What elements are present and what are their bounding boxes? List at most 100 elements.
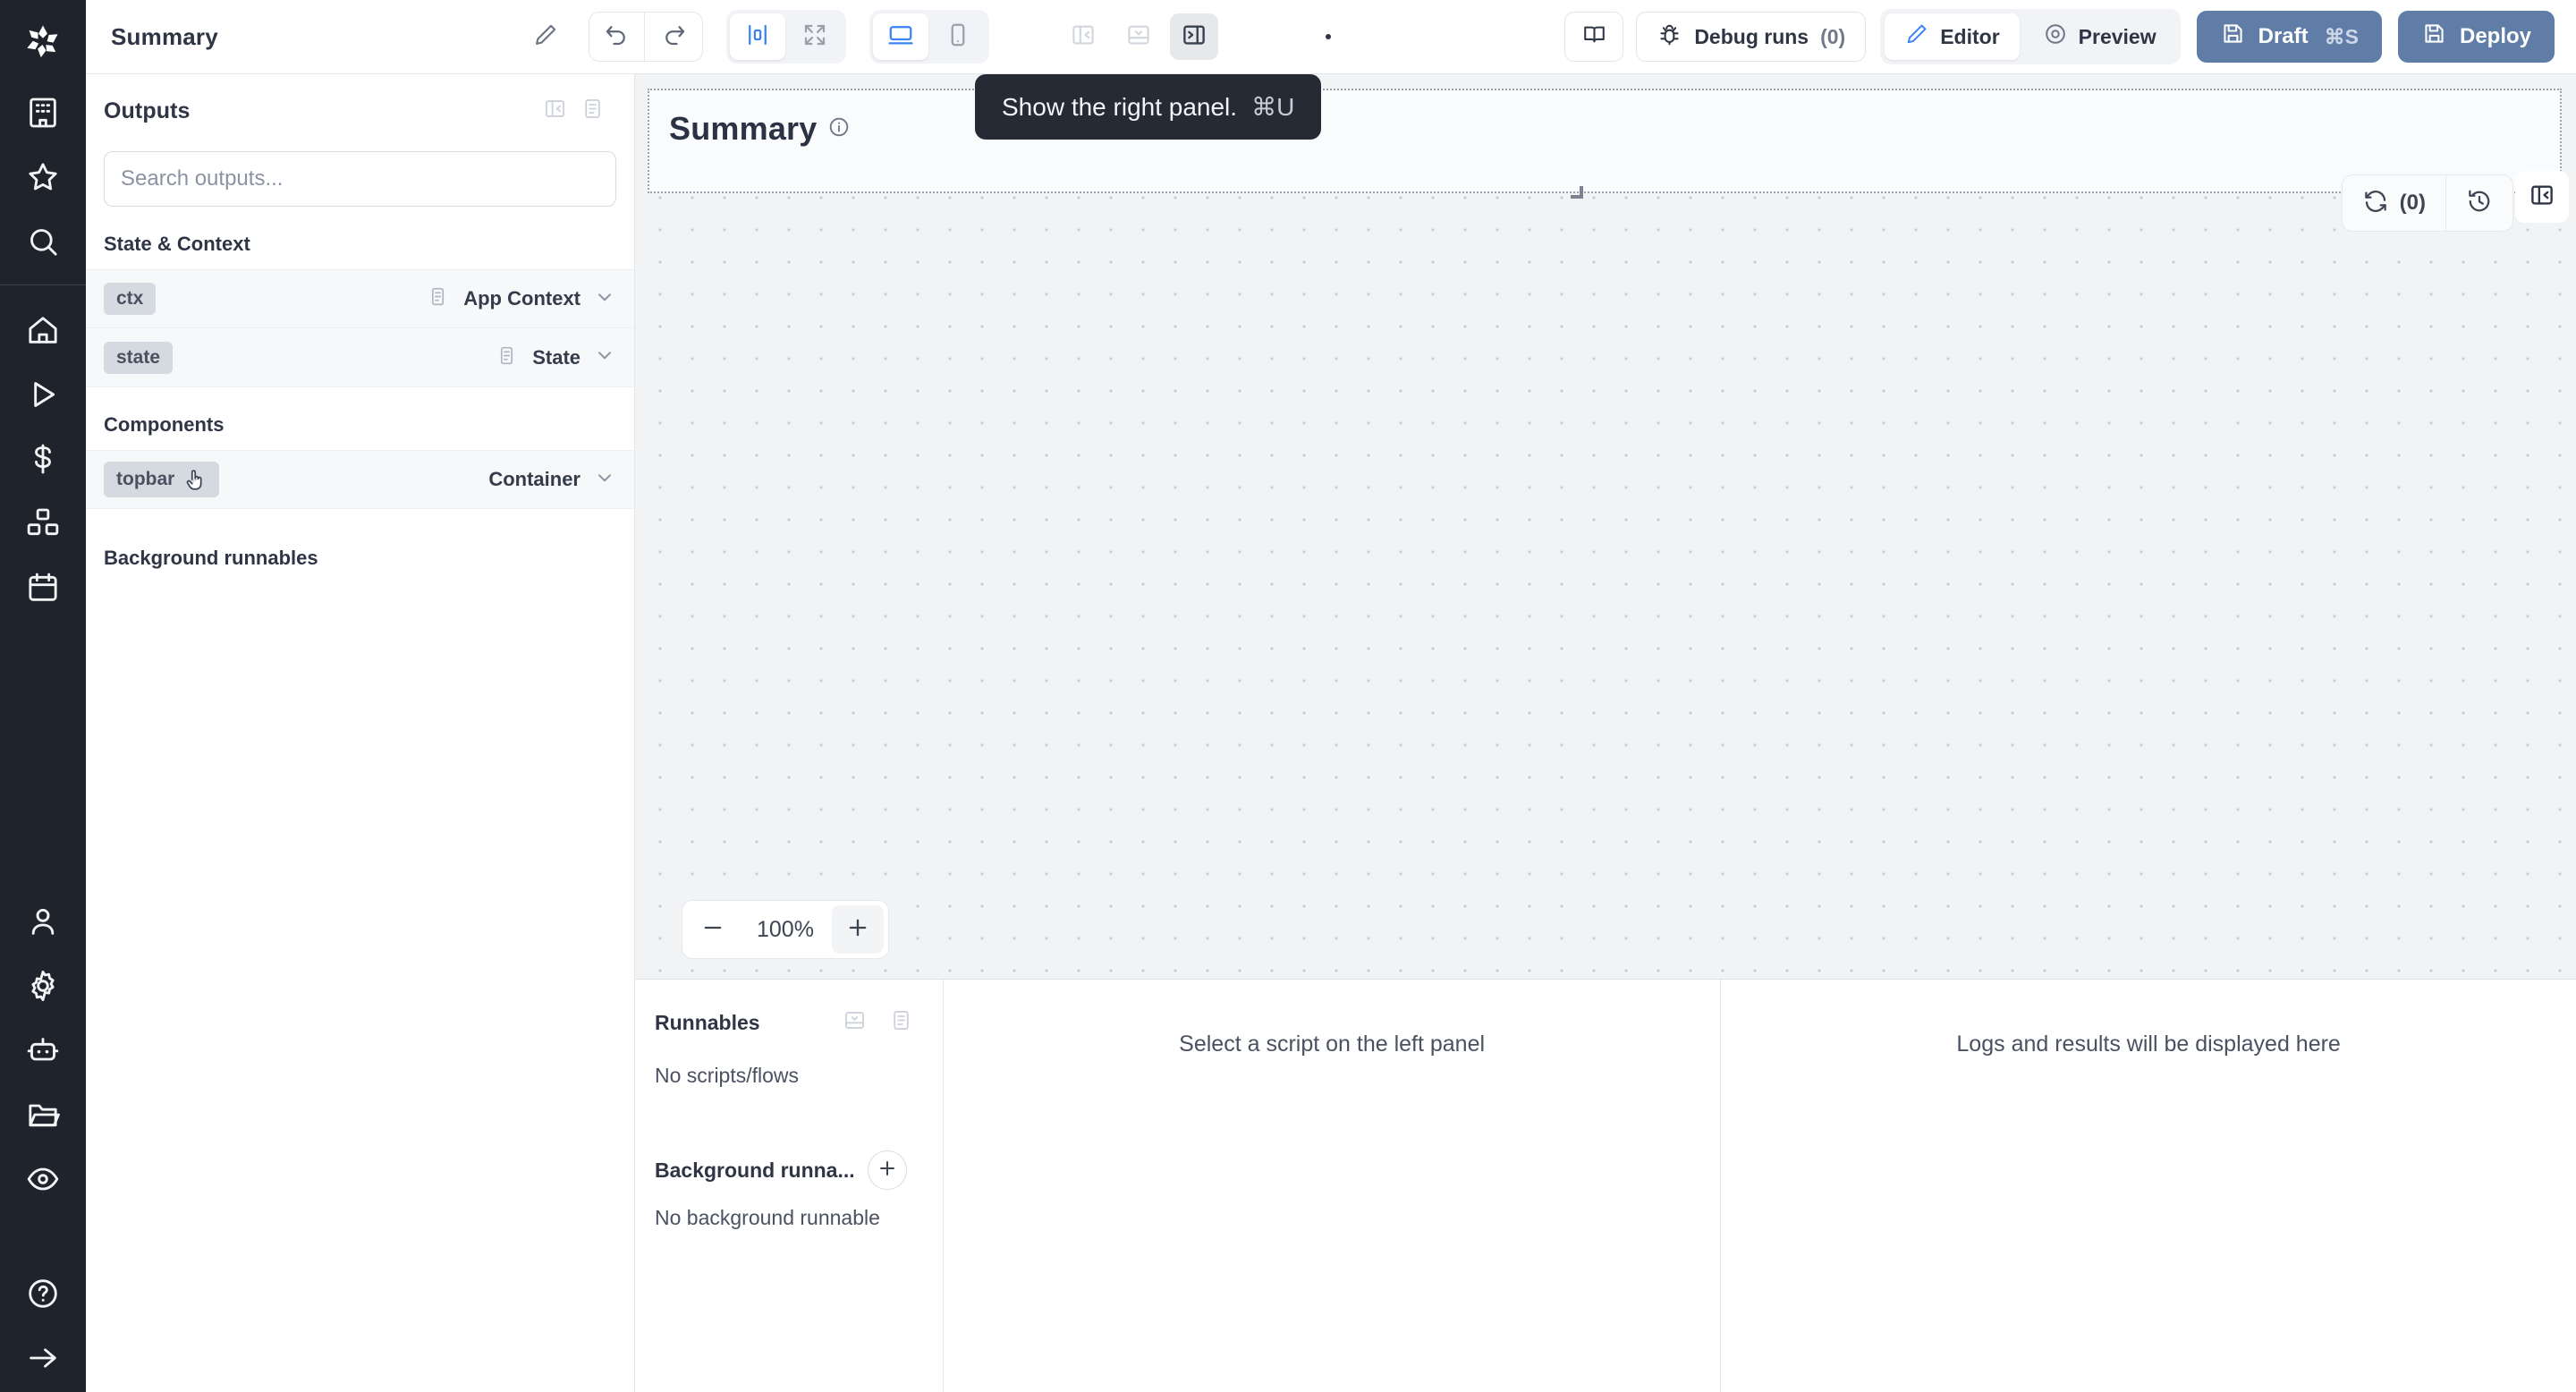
tab-editor-label: Editor [1940, 24, 2000, 48]
save-draft-button[interactable]: Draft ⌘S [2196, 11, 2382, 63]
sidebar-item-usage[interactable] [0, 429, 86, 493]
runnables-empty-text: No scripts/flows [655, 1064, 800, 1087]
panel-left-close-icon [543, 97, 567, 125]
tooltip-right-panel: Show the right panel. ⌘U [975, 74, 1322, 140]
save-draft-label: Draft [2258, 24, 2309, 48]
app-canvas[interactable]: Summary (0) 100% [635, 74, 2576, 979]
doc-icon [427, 285, 449, 312]
main-area: Summary (0) 100% Runnables No scripts/fl… [635, 0, 2576, 1392]
pencil-icon [532, 21, 559, 53]
background-runnables-header: Background runna... [655, 1150, 919, 1190]
deploy-label: Deploy [2459, 24, 2531, 48]
hand-cursor-icon [183, 467, 207, 492]
chevron-down-icon[interactable] [593, 285, 616, 313]
outputs-collapse-button[interactable] [536, 93, 573, 129]
deploy-button[interactable]: Deploy [2397, 11, 2555, 63]
toggle-right-panel-button[interactable] [1169, 13, 1218, 60]
tab-editor[interactable]: Editor [1885, 13, 2020, 60]
book-icon [1581, 21, 1607, 53]
logs-placeholder-message: Logs and results will be displayed here [1956, 1031, 2341, 1057]
sidebar-item-search[interactable] [0, 211, 86, 276]
script-placeholder-message: Select a script on the left panel [1179, 1031, 1486, 1057]
add-background-runnable-button[interactable] [867, 1150, 907, 1190]
output-id-topbar-label: topbar [116, 469, 175, 489]
panel-toggle-group [1059, 13, 1218, 60]
zoom-level-value: 100% [757, 916, 814, 942]
sidebar-item-favorites[interactable] [0, 147, 86, 211]
gear-icon [25, 968, 61, 1008]
output-type-state: State [532, 345, 580, 369]
debug-runs-button[interactable]: Debug runs (0) [1636, 12, 1867, 62]
output-row-ctx[interactable]: ctx App Context [86, 269, 634, 328]
undo-button[interactable] [589, 13, 645, 61]
sidebar-item-workspace[interactable] [0, 82, 86, 147]
fullscreen-width-button[interactable] [787, 13, 843, 60]
section-title-state-context: State & Context [104, 233, 250, 255]
align-center-button[interactable] [729, 13, 785, 60]
debug-runs-count: (0) [1820, 24, 1846, 48]
rail-divider [0, 284, 86, 285]
more-menu-button[interactable] [1308, 13, 1349, 60]
canvas-right-panel-toggle[interactable] [2515, 171, 2569, 223]
sidebar-item-help[interactable] [0, 1263, 86, 1328]
top-toolbar: Summary Debug runs (0) Editor Preview Dr… [86, 0, 2576, 74]
page-title: Summary [111, 22, 218, 50]
output-row-topbar[interactable]: topbar Container [86, 450, 634, 509]
mobile-preview-button[interactable] [930, 13, 986, 60]
undo-icon [603, 21, 630, 53]
outputs-list-button[interactable] [573, 93, 611, 129]
zoom-out-button[interactable] [687, 905, 739, 954]
search-input[interactable] [104, 151, 616, 207]
bottom-panel: Runnables No scripts/flows Background ru… [635, 979, 2576, 1392]
play-icon [25, 377, 61, 417]
script-editor-placeholder: Select a script on the left panel [944, 980, 1722, 1392]
history-icon [2466, 188, 2493, 219]
runnables-collapse-button[interactable] [835, 1005, 873, 1040]
zoom-in-button[interactable] [831, 905, 884, 954]
toggle-bottom-panel-button[interactable] [1114, 13, 1163, 60]
more-vertical-icon [1325, 34, 1331, 39]
sidebar-item-folders[interactable] [0, 1084, 86, 1149]
history-button[interactable] [2445, 175, 2512, 231]
frame-title: Summary [669, 110, 851, 148]
plus-icon [877, 1158, 898, 1184]
outputs-title: Outputs [104, 98, 191, 123]
sidebar-item-runs[interactable] [0, 364, 86, 429]
tab-preview-label: Preview [2078, 24, 2157, 48]
rename-app-button[interactable] [522, 13, 569, 60]
refresh-icon [2362, 188, 2389, 219]
tab-preview[interactable]: Preview [2023, 13, 2176, 60]
info-icon[interactable] [827, 115, 851, 143]
output-type-topbar: Container [488, 468, 580, 490]
help-circle-icon [25, 1276, 61, 1316]
dollar-icon [25, 441, 61, 481]
save-icon [2220, 21, 2246, 53]
chevron-down-icon[interactable] [593, 344, 616, 371]
sidebar-item-workers[interactable] [0, 1020, 86, 1084]
list-icon [889, 1008, 913, 1037]
output-row-state[interactable]: state State [86, 328, 634, 387]
sidebar-item-account[interactable] [0, 891, 86, 955]
windmill-logo-icon[interactable] [0, 0, 86, 82]
runnables-list-button[interactable] [882, 1005, 919, 1040]
expand-rail-button[interactable] [0, 1328, 86, 1392]
refresh-button[interactable]: (0) [2343, 175, 2445, 231]
app-frame-topbar[interactable]: Summary [648, 89, 2562, 199]
sidebar-item-audit-logs[interactable] [0, 1149, 86, 1213]
toggle-left-panel-button[interactable] [1059, 13, 1107, 60]
arrow-right-icon [25, 1340, 61, 1380]
panel-bottom-icon [843, 1008, 867, 1037]
sidebar-item-schedules[interactable] [0, 557, 86, 622]
sidebar-item-resources[interactable] [0, 493, 86, 557]
sidebar-item-settings[interactable] [0, 955, 86, 1020]
sidebar-item-home[interactable] [0, 300, 86, 364]
mobile-icon [945, 21, 971, 53]
chevron-down-icon[interactable] [593, 466, 616, 494]
frame-resize-handle-mid[interactable] [1571, 186, 1583, 199]
desktop-preview-button[interactable] [872, 13, 928, 60]
redo-button[interactable] [647, 13, 702, 61]
runnables-header: Runnables [655, 1005, 919, 1040]
bug-icon [1657, 21, 1682, 53]
docs-button[interactable] [1564, 12, 1624, 62]
panel-bottom-icon [1125, 21, 1152, 53]
